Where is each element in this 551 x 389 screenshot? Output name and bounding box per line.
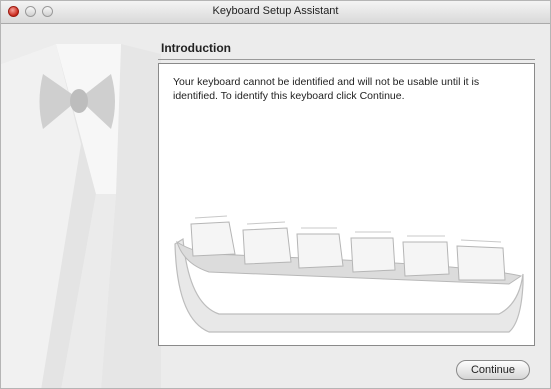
title-bar[interactable]: Keyboard Setup Assistant xyxy=(1,1,550,24)
keyboard-setup-window: Keyboard Setup Assistant Introduction Yo… xyxy=(0,0,551,389)
content-panel: Your keyboard cannot be identified and w… xyxy=(158,63,535,346)
window-title: Keyboard Setup Assistant xyxy=(212,5,339,17)
intro-text: Your keyboard cannot be identified and w… xyxy=(173,76,480,102)
page-heading: Introduction xyxy=(161,41,231,55)
tuxedo-illustration xyxy=(1,44,161,388)
continue-button[interactable]: Continue xyxy=(456,360,530,380)
keyboard-illustration xyxy=(174,215,524,333)
heading-divider xyxy=(158,59,535,60)
